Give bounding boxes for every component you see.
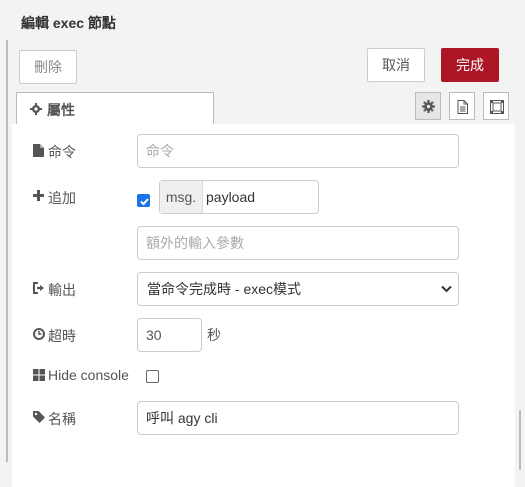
timeout-input[interactable]: 30 xyxy=(137,318,202,352)
msg-type-selector[interactable]: msg. xyxy=(160,181,203,213)
tray-tabs: 屬性 xyxy=(12,90,515,125)
right-scrollbar[interactable] xyxy=(519,410,521,470)
append-typed-input[interactable]: msg. payload xyxy=(159,180,319,214)
append-label: 追加 xyxy=(33,188,76,208)
tab-appearance[interactable] xyxy=(483,92,509,120)
append-value[interactable]: payload xyxy=(206,181,255,213)
name-label: 名稱 xyxy=(33,409,76,429)
output-selected-value: 當命令完成時 - exec模式 xyxy=(147,281,302,297)
tab-properties[interactable]: 屬性 xyxy=(16,92,214,124)
command-label: 命令 xyxy=(33,142,76,162)
gear-icon xyxy=(422,100,435,113)
output-select[interactable]: 當命令完成時 - exec模式 xyxy=(137,272,459,306)
document-icon xyxy=(457,100,468,114)
timeout-label: 超時 xyxy=(33,326,76,346)
tab-settings[interactable] xyxy=(415,92,441,120)
hide-console-checkbox[interactable] xyxy=(146,370,159,383)
tray-header: 編輯 exec 節點 xyxy=(12,0,515,43)
left-scrollbar[interactable] xyxy=(6,40,8,462)
tray-toolbar: 刪除 取消 完成 xyxy=(12,42,515,90)
properties-form: 命令 命令 追加 msg. payload 額外的輸入參數 輸出 當命令完成時 … xyxy=(12,124,515,487)
output-label: 輸出 xyxy=(33,280,76,300)
tray-title: 編輯 exec 節點 xyxy=(21,15,116,31)
edit-tray: 編輯 exec 節點 刪除 取消 完成 屬性 命令 命令 追加 msg. pay… xyxy=(12,0,515,487)
hide-console-label: Hide console xyxy=(33,367,129,383)
command-input[interactable]: 命令 xyxy=(137,134,459,168)
cancel-button[interactable]: 取消 xyxy=(367,48,425,82)
delete-button[interactable]: 刪除 xyxy=(19,50,77,84)
chevron-down-icon xyxy=(441,285,452,293)
frame-icon xyxy=(490,100,504,114)
timeout-unit: 秒 xyxy=(207,327,221,343)
right-panel-edge xyxy=(514,0,525,487)
append-checkbox[interactable] xyxy=(137,194,150,207)
done-button[interactable]: 完成 xyxy=(441,48,499,82)
check-icon xyxy=(140,198,149,206)
tab-properties-label: 屬性 xyxy=(47,102,75,118)
gear-icon xyxy=(30,102,42,115)
name-input[interactable]: 呼叫 agy cli xyxy=(137,401,459,435)
extra-args-input[interactable]: 額外的輸入參數 xyxy=(137,226,459,260)
tab-description[interactable] xyxy=(449,92,475,120)
